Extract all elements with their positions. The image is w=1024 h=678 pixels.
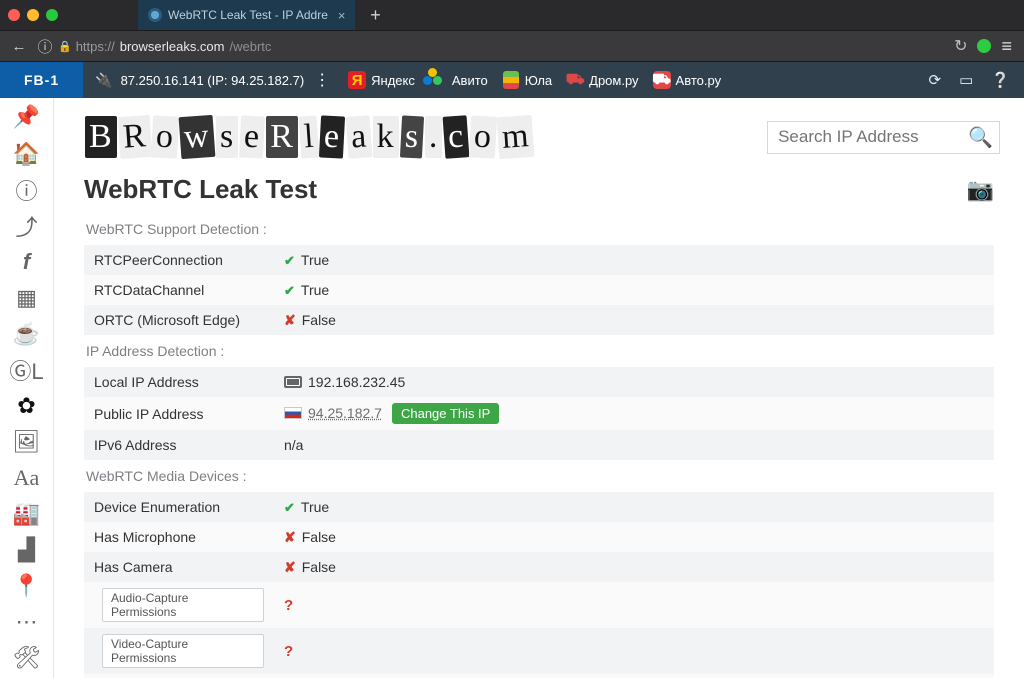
site-sidebar: 📌 🏠 ⓘ ⤴ f ▦ ☕ ⒼL ✿ 🖼 Aa 🏭 ▟ 📍 ⋯ 🛠 <box>0 98 54 678</box>
new-tab-button[interactable]: + <box>361 1 389 29</box>
reload-button[interactable]: ↻ <box>954 36 967 56</box>
extension-toolbar: FB-1 🔌 87.250.16.141 (IP: 94.25.182.7) ⋮… <box>0 62 1024 98</box>
table-row: Public IP Address94.25.182.7Change This … <box>84 397 994 430</box>
section-title-support: WebRTC Support Detection : <box>84 213 994 245</box>
back-button[interactable]: ← <box>6 33 32 59</box>
nav-canvas-icon[interactable]: 🖼 <box>0 424 54 460</box>
nav-tools-icon[interactable]: 🛠 <box>0 640 54 676</box>
tab-favicon <box>148 8 162 22</box>
ip-table: Local IP Address192.168.232.45 Public IP… <box>84 367 994 460</box>
ip-menu-button[interactable]: ⋮ <box>314 70 330 90</box>
close-window-button[interactable] <box>8 9 20 21</box>
ip-info[interactable]: 87.250.16.141 (IP: 94.25.182.7) <box>121 73 305 88</box>
nav-info-icon[interactable]: ⓘ <box>0 172 54 208</box>
url-host: browserleaks.com <box>120 39 225 54</box>
site-info-button[interactable]: ⓘ <box>32 33 58 59</box>
table-row: Device Enumeration✔True <box>84 492 994 522</box>
table-row: Video-Capture Permissions? <box>84 628 994 674</box>
sync-icon[interactable]: ⟳ <box>929 71 942 89</box>
card-icon[interactable]: ▭ <box>959 71 973 89</box>
question-icon: ? <box>284 597 293 614</box>
page-title: WebRTC Leak Test <box>84 174 317 205</box>
nav-flash-icon[interactable]: f <box>0 244 54 280</box>
bookmark-label: Авто.ру <box>676 73 722 88</box>
media-table: Device Enumeration✔True Has Microphone✘F… <box>84 492 994 678</box>
browser-tab[interactable]: WebRTC Leak Test - IP Addre × <box>138 0 355 30</box>
tab-title: WebRTC Leak Test - IP Addre <box>168 8 328 22</box>
address-field[interactable]: https:// browserleaks.com/webrtc <box>72 39 954 54</box>
bookmark-label: Юла <box>525 73 552 88</box>
profile-badge[interactable]: FB-1 <box>0 62 83 98</box>
extension-status-icon[interactable] <box>977 39 991 53</box>
titlebar: WebRTC Leak Test - IP Addre × + <box>0 0 1024 30</box>
audio-perm-label[interactable]: Audio-Capture Permissions <box>102 588 264 622</box>
minimize-window-button[interactable] <box>27 9 39 21</box>
cross-icon: ✘ <box>284 312 296 328</box>
nav-features-icon[interactable]: 🏭 <box>0 496 54 532</box>
section-title-ip: IP Address Detection : <box>84 335 994 367</box>
nav-geo-icon[interactable]: 📍 <box>0 568 54 604</box>
url-path: /webrtc <box>230 39 272 54</box>
help-icon[interactable]: ❔ <box>991 71 1010 89</box>
nav-js-icon[interactable]: ⤴ <box>0 208 54 244</box>
check-icon: ✔ <box>284 283 295 298</box>
cross-icon: ✘ <box>284 559 296 575</box>
bookmark-yula[interactable]: Юла <box>502 71 552 89</box>
section-title-media: WebRTC Media Devices : <box>84 460 994 492</box>
bookmark-label: Авито <box>452 73 488 88</box>
search-icon[interactable]: 🔍 <box>968 125 993 150</box>
table-row: Audio-Capture Permissions? <box>84 582 994 628</box>
support-table: RTCPeerConnection✔True RTCDataChannel✔Tr… <box>84 245 994 335</box>
nav-silverlight-icon[interactable]: ▦ <box>0 280 54 316</box>
search-box[interactable]: 🔍 <box>767 121 1000 154</box>
lock-icon: 🔒 <box>58 40 72 53</box>
search-input[interactable] <box>778 127 968 147</box>
url-protocol: https:// <box>76 39 115 54</box>
table-row: Has Microphone✘False <box>84 522 994 552</box>
question-icon: ? <box>284 643 293 660</box>
window-controls <box>8 9 58 21</box>
bookmark-avito[interactable]: Авито <box>429 71 488 89</box>
site-logo[interactable]: BRowseRleaks.com <box>84 116 535 158</box>
table-row: ORTC (Microsoft Edge)✘False <box>84 305 994 335</box>
table-row: RTCDataChannel✔True <box>84 275 994 305</box>
public-ip-link[interactable]: 94.25.182.7 <box>308 405 382 421</box>
pin-icon[interactable]: 📌 <box>13 102 40 136</box>
table-row: IPv6 Addressn/a <box>84 430 994 460</box>
tab-close-icon[interactable]: × <box>338 8 346 23</box>
nav-home-icon[interactable]: 🏠 <box>0 136 54 172</box>
check-icon: ✔ <box>284 500 295 515</box>
nav-webrtc-icon[interactable]: ✿ <box>0 388 54 424</box>
nav-java-icon[interactable]: ☕ <box>0 316 54 352</box>
nav-more-icon[interactable]: ⋯ <box>0 604 54 640</box>
table-row: Local IP Address192.168.232.45 <box>84 367 994 397</box>
maximize-window-button[interactable] <box>46 9 58 21</box>
bookmark-label: Дром.ру <box>589 73 638 88</box>
bookmark-label: Яндекс <box>371 73 415 88</box>
cross-icon: ✘ <box>284 529 296 545</box>
bookmarks-bar: ЯЯндекс Авито Юла ⛟Дром.ру ⛟Авто.ру <box>348 71 721 89</box>
flag-icon-ru <box>284 407 302 419</box>
nav-ssl-icon[interactable]: ▟ <box>0 532 54 568</box>
change-ip-button[interactable]: Change This IP <box>392 403 499 424</box>
nav-webgl-icon[interactable]: ⒼL <box>0 352 54 388</box>
table-row: Has Camera✘False <box>84 552 994 582</box>
bookmark-avto[interactable]: ⛟Авто.ру <box>653 71 722 89</box>
plug-icon: 🔌 <box>95 72 112 89</box>
check-icon: ✔ <box>284 253 295 268</box>
table-row: RTCPeerConnection✔True <box>84 245 994 275</box>
nav-fonts-icon[interactable]: Aa <box>0 460 54 496</box>
screenshot-icon[interactable]: 📷 <box>967 177 994 203</box>
menu-button[interactable]: ≡ <box>1001 36 1012 57</box>
lan-icon <box>284 376 302 388</box>
video-perm-label[interactable]: Video-Capture Permissions <box>102 634 264 668</box>
bookmark-drom[interactable]: ⛟Дром.ру <box>566 71 638 89</box>
table-row: Media Devicesn/a <box>84 674 994 678</box>
url-bar: ← ⓘ 🔒 https://browserleaks.com/webrtc ↻ … <box>0 30 1024 62</box>
bookmark-yandex[interactable]: ЯЯндекс <box>348 71 415 89</box>
